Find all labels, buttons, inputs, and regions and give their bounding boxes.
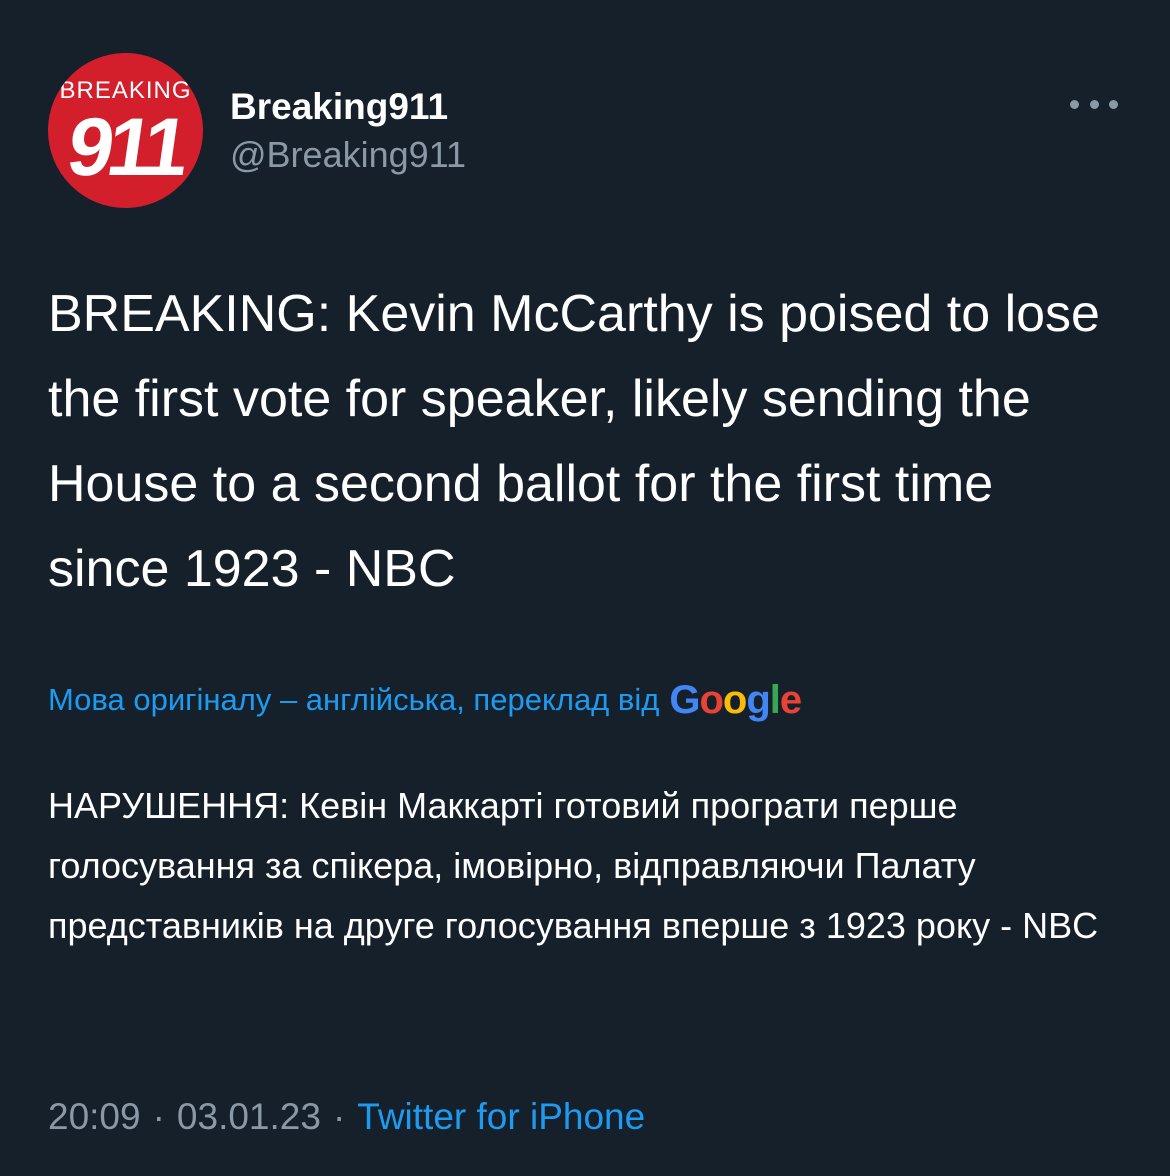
tweet-time[interactable]: 20:09: [48, 1092, 141, 1142]
more-horizontal-icon: [1089, 99, 1099, 109]
tweet-metadata: 20:09 · 03.01.23 · Twitter for iPhone: [48, 1092, 645, 1142]
translated-tweet-text: НАРУШЕННЯ: Кевін Маккарті готовий програ…: [48, 785, 1099, 946]
separator-dot: ·: [332, 1096, 346, 1137]
tweet-detail: BREAKING 911 Breaking911 @Breaking911 BR…: [0, 0, 1170, 1176]
translation-attribution[interactable]: Мова оригіналу – англійська, переклад ві…: [48, 678, 802, 722]
tweet-source-link[interactable]: Twitter for iPhone: [357, 1092, 645, 1142]
translation-label[interactable]: Мова оригіналу – англійська, переклад ві…: [48, 682, 659, 718]
author-handle[interactable]: @Breaking911: [230, 133, 466, 177]
tweet-text: BREAKING: Kevin McCarthy is poised to lo…: [48, 285, 1100, 598]
avatar[interactable]: BREAKING 911: [48, 53, 203, 208]
author-names: Breaking911 @Breaking911: [230, 85, 466, 177]
avatar-logo-number: 911: [62, 102, 190, 193]
author-display-name[interactable]: Breaking911: [230, 85, 466, 129]
tweet-header: BREAKING 911 Breaking911 @Breaking911: [48, 53, 466, 208]
more-horizontal-icon: [1070, 99, 1079, 109]
more-horizontal-icon: [1109, 99, 1118, 109]
separator-dot: ·: [152, 1096, 165, 1137]
google-logo: Google: [669, 678, 802, 722]
more-options-button[interactable]: [1070, 86, 1118, 122]
tweet-date[interactable]: 03.01.23: [177, 1092, 321, 1142]
